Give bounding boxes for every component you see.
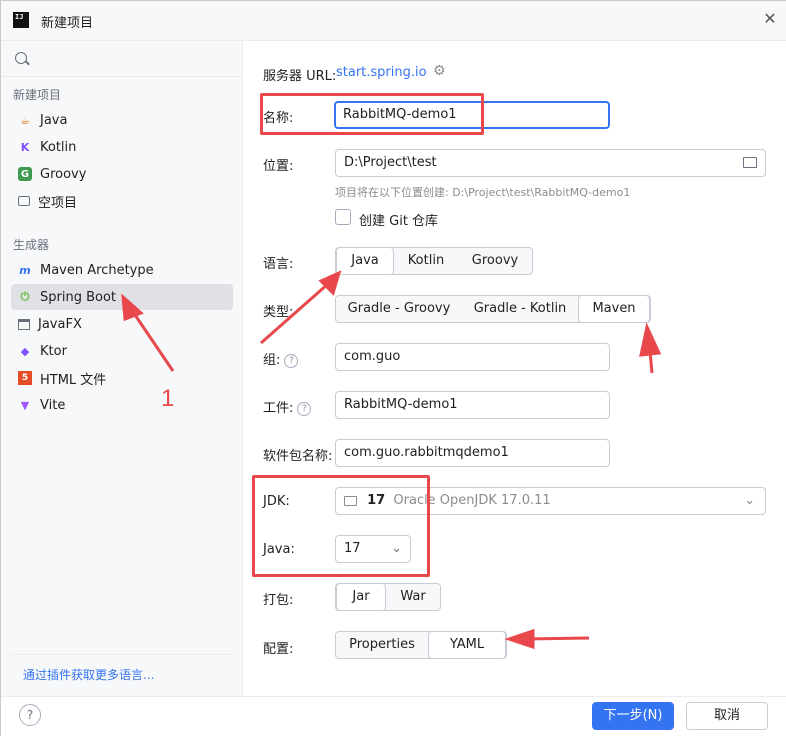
intellij-app-icon: IJ bbox=[13, 12, 29, 28]
group-label-text: 组: bbox=[263, 353, 281, 368]
jdk-name: Oracle OpenJDK 17.0.11 bbox=[393, 493, 551, 508]
group-label: 组:? bbox=[263, 349, 299, 368]
artifact-label: 工件:? bbox=[263, 397, 312, 416]
type-selector: Gradle - Groovy Gradle - Kotlin Maven bbox=[335, 295, 651, 323]
sidebar-item-label: HTML 文件 bbox=[40, 372, 107, 388]
packaging-jar[interactable]: Jar bbox=[336, 583, 386, 611]
groovy-icon: G bbox=[18, 167, 32, 181]
sidebar-item-maven-archetype[interactable]: m Maven Archetype bbox=[11, 257, 233, 283]
gear-icon[interactable]: ⚙ bbox=[433, 63, 446, 79]
ktor-icon: ◆ bbox=[20, 344, 30, 358]
help-button[interactable]: ? bbox=[19, 704, 41, 726]
type-maven[interactable]: Maven bbox=[578, 295, 650, 323]
title-bar: IJ 新建项目 ✕ bbox=[1, 1, 786, 41]
location-field[interactable]: D:\Project\test bbox=[335, 149, 766, 177]
location-hint: 项目将在以下位置创建: D:\Project\test\RabbitMQ-dem… bbox=[335, 186, 631, 199]
sidebar-item-label: Spring Boot bbox=[40, 289, 117, 305]
server-url-link[interactable]: start.spring.io bbox=[336, 65, 427, 80]
git-checkbox[interactable] bbox=[335, 209, 351, 225]
sidebar-item-spring-boot[interactable]: ⏻ Spring Boot bbox=[11, 284, 233, 310]
sidebar-item-label: Groovy bbox=[40, 166, 87, 182]
chevron-down-icon: ⌄ bbox=[744, 493, 755, 508]
kotlin-icon: K bbox=[20, 140, 30, 154]
jdk-label: JDK: bbox=[263, 494, 290, 509]
new-project-dialog: IJ 新建项目 ✕ 新建项目 ☕ Java K Kotlin G Groovy … bbox=[0, 0, 786, 736]
empty-project-icon bbox=[18, 196, 30, 206]
location-label: 位置: bbox=[263, 159, 294, 174]
html5-icon: 5 bbox=[18, 371, 32, 385]
sidebar: 新建项目 ☕ Java K Kotlin G Groovy 空项目 生成器 m … bbox=[1, 41, 243, 696]
name-field[interactable]: RabbitMQ-demo1 bbox=[334, 101, 610, 129]
vite-icon: ▼ bbox=[20, 398, 30, 412]
type-gradle-groovy[interactable]: Gradle - Groovy bbox=[336, 296, 462, 322]
sidebar-item-kotlin[interactable]: K Kotlin bbox=[11, 134, 233, 160]
config-label: 配置: bbox=[263, 642, 294, 657]
java-label: Java: bbox=[263, 542, 295, 557]
section-new-project: 新建项目 bbox=[13, 88, 62, 102]
search-input[interactable] bbox=[1, 41, 243, 77]
type-gradle-kotlin[interactable]: Gradle - Kotlin bbox=[462, 296, 578, 322]
sidebar-item-ktor[interactable]: ◆ Ktor bbox=[11, 338, 233, 364]
sidebar-item-vite[interactable]: ▼ Vite bbox=[11, 392, 233, 418]
package-label: 软件包名称: bbox=[263, 449, 333, 464]
javafx-icon bbox=[18, 318, 30, 330]
close-icon[interactable]: ✕ bbox=[762, 9, 778, 29]
sidebar-item-label: Ktor bbox=[40, 343, 67, 359]
location-value: D:\Project\test bbox=[344, 155, 437, 170]
language-java[interactable]: Java bbox=[336, 247, 394, 275]
jdk-dropdown[interactable]: 17 Oracle OpenJDK 17.0.11 ⌄ bbox=[335, 487, 766, 515]
sidebar-item-javafx[interactable]: JavaFX bbox=[11, 311, 233, 337]
java-version-dropdown[interactable]: 17 ⌄ bbox=[335, 535, 411, 563]
folder-icon bbox=[344, 495, 357, 506]
config-properties[interactable]: Properties bbox=[336, 632, 428, 658]
help-icon[interactable]: ? bbox=[297, 401, 312, 416]
sidebar-item-label: Kotlin bbox=[40, 139, 77, 155]
annotation-number: 1 bbox=[161, 385, 175, 412]
config-selector: Properties YAML bbox=[335, 631, 507, 659]
type-label: 类型: bbox=[263, 305, 294, 320]
language-kotlin[interactable]: Kotlin bbox=[394, 248, 458, 274]
sidebar-item-label: JavaFX bbox=[38, 316, 82, 332]
sidebar-item-label: Maven Archetype bbox=[40, 262, 154, 278]
maven-icon: m bbox=[19, 263, 31, 277]
java-cup-icon: ☕ bbox=[20, 113, 30, 127]
artifact-field[interactable]: RabbitMQ-demo1 bbox=[335, 391, 610, 419]
server-url-label: 服务器 URL: bbox=[263, 69, 337, 84]
chevron-down-icon: ⌄ bbox=[391, 541, 402, 556]
divider bbox=[11, 654, 233, 655]
language-groovy[interactable]: Groovy bbox=[458, 248, 532, 274]
packaging-label: 打包: bbox=[263, 593, 294, 608]
sidebar-item-empty-project[interactable]: 空项目 bbox=[11, 188, 233, 214]
sidebar-item-groovy[interactable]: G Groovy bbox=[11, 161, 233, 187]
project-form: 服务器 URL: start.spring.io ⚙ 名称: RabbitMQ-… bbox=[243, 41, 786, 696]
folder-icon[interactable] bbox=[743, 157, 757, 168]
help-icon[interactable]: ? bbox=[284, 353, 299, 368]
dialog-footer: ? 下一步(N) 取消 bbox=[1, 696, 786, 736]
name-label: 名称: bbox=[263, 111, 294, 126]
section-generators: 生成器 bbox=[13, 238, 50, 252]
language-label: 语言: bbox=[263, 257, 294, 272]
cancel-button[interactable]: 取消 bbox=[686, 702, 768, 730]
sidebar-item-java[interactable]: ☕ Java bbox=[11, 107, 233, 133]
spring-boot-icon: ⏻ bbox=[20, 290, 30, 303]
group-field[interactable]: com.guo bbox=[335, 343, 610, 371]
sidebar-item-label: Vite bbox=[40, 397, 66, 413]
packaging-selector: Jar War bbox=[335, 583, 441, 611]
git-label: 创建 Git 仓库 bbox=[359, 214, 439, 229]
sidebar-item-label: 空项目 bbox=[38, 195, 78, 211]
next-button[interactable]: 下一步(N) bbox=[592, 702, 674, 730]
dialog-title: 新建项目 bbox=[41, 16, 94, 31]
search-icon bbox=[15, 52, 27, 64]
config-yaml[interactable]: YAML bbox=[428, 631, 506, 659]
sidebar-item-label: Java bbox=[40, 112, 68, 128]
plugin-link[interactable]: 通过插件获取更多语言... bbox=[23, 666, 154, 683]
packaging-war[interactable]: War bbox=[386, 584, 440, 610]
java-version-value: 17 bbox=[344, 541, 361, 556]
artifact-label-text: 工件: bbox=[263, 401, 294, 416]
sidebar-item-html[interactable]: 5 HTML 文件 bbox=[11, 365, 233, 391]
jdk-version: 17 bbox=[367, 493, 386, 508]
language-selector: Java Kotlin Groovy bbox=[335, 247, 533, 275]
package-field[interactable]: com.guo.rabbitmqdemo1 bbox=[335, 439, 610, 467]
